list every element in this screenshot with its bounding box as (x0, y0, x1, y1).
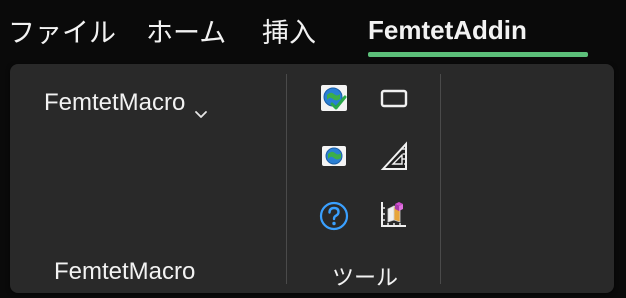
globe-check-icon (319, 83, 349, 113)
help-button[interactable] (316, 198, 352, 234)
tab-home[interactable]: ホーム (146, 6, 226, 54)
group-divider (440, 74, 441, 284)
globe-button[interactable] (316, 138, 352, 174)
window-frame-icon (379, 86, 409, 110)
tab-femtet-addin[interactable]: FemtetAddin (368, 6, 527, 54)
triangle-ruler-icon (379, 140, 409, 172)
group-label-femtet-macro: FemtetMacro (54, 258, 196, 285)
ribbon-tab-bar: ファイル ホーム 挿入 FemtetAddin (0, 0, 626, 58)
group-label-tools: ツール (332, 266, 399, 291)
help-icon (318, 200, 350, 232)
group-divider (286, 74, 287, 284)
window-frame-button[interactable] (376, 80, 412, 116)
chevron-down-icon (194, 98, 208, 118)
active-tab-indicator (368, 52, 588, 57)
globe-check-button[interactable] (316, 80, 352, 116)
triangle-ruler-button[interactable] (376, 138, 412, 174)
femtet-macro-dropdown[interactable]: FemtetMacro (44, 86, 208, 120)
cube-ruler-icon (378, 198, 410, 230)
cube-ruler-button[interactable] (376, 196, 412, 232)
tab-insert[interactable]: 挿入 (262, 6, 316, 54)
globe-icon (319, 141, 349, 171)
tab-file[interactable]: ファイル (8, 6, 116, 54)
ribbon-panel: FemtetMacro FemtetMacro ツール (10, 64, 614, 293)
femtet-macro-dropdown-label: FemtetMacro (44, 89, 186, 116)
